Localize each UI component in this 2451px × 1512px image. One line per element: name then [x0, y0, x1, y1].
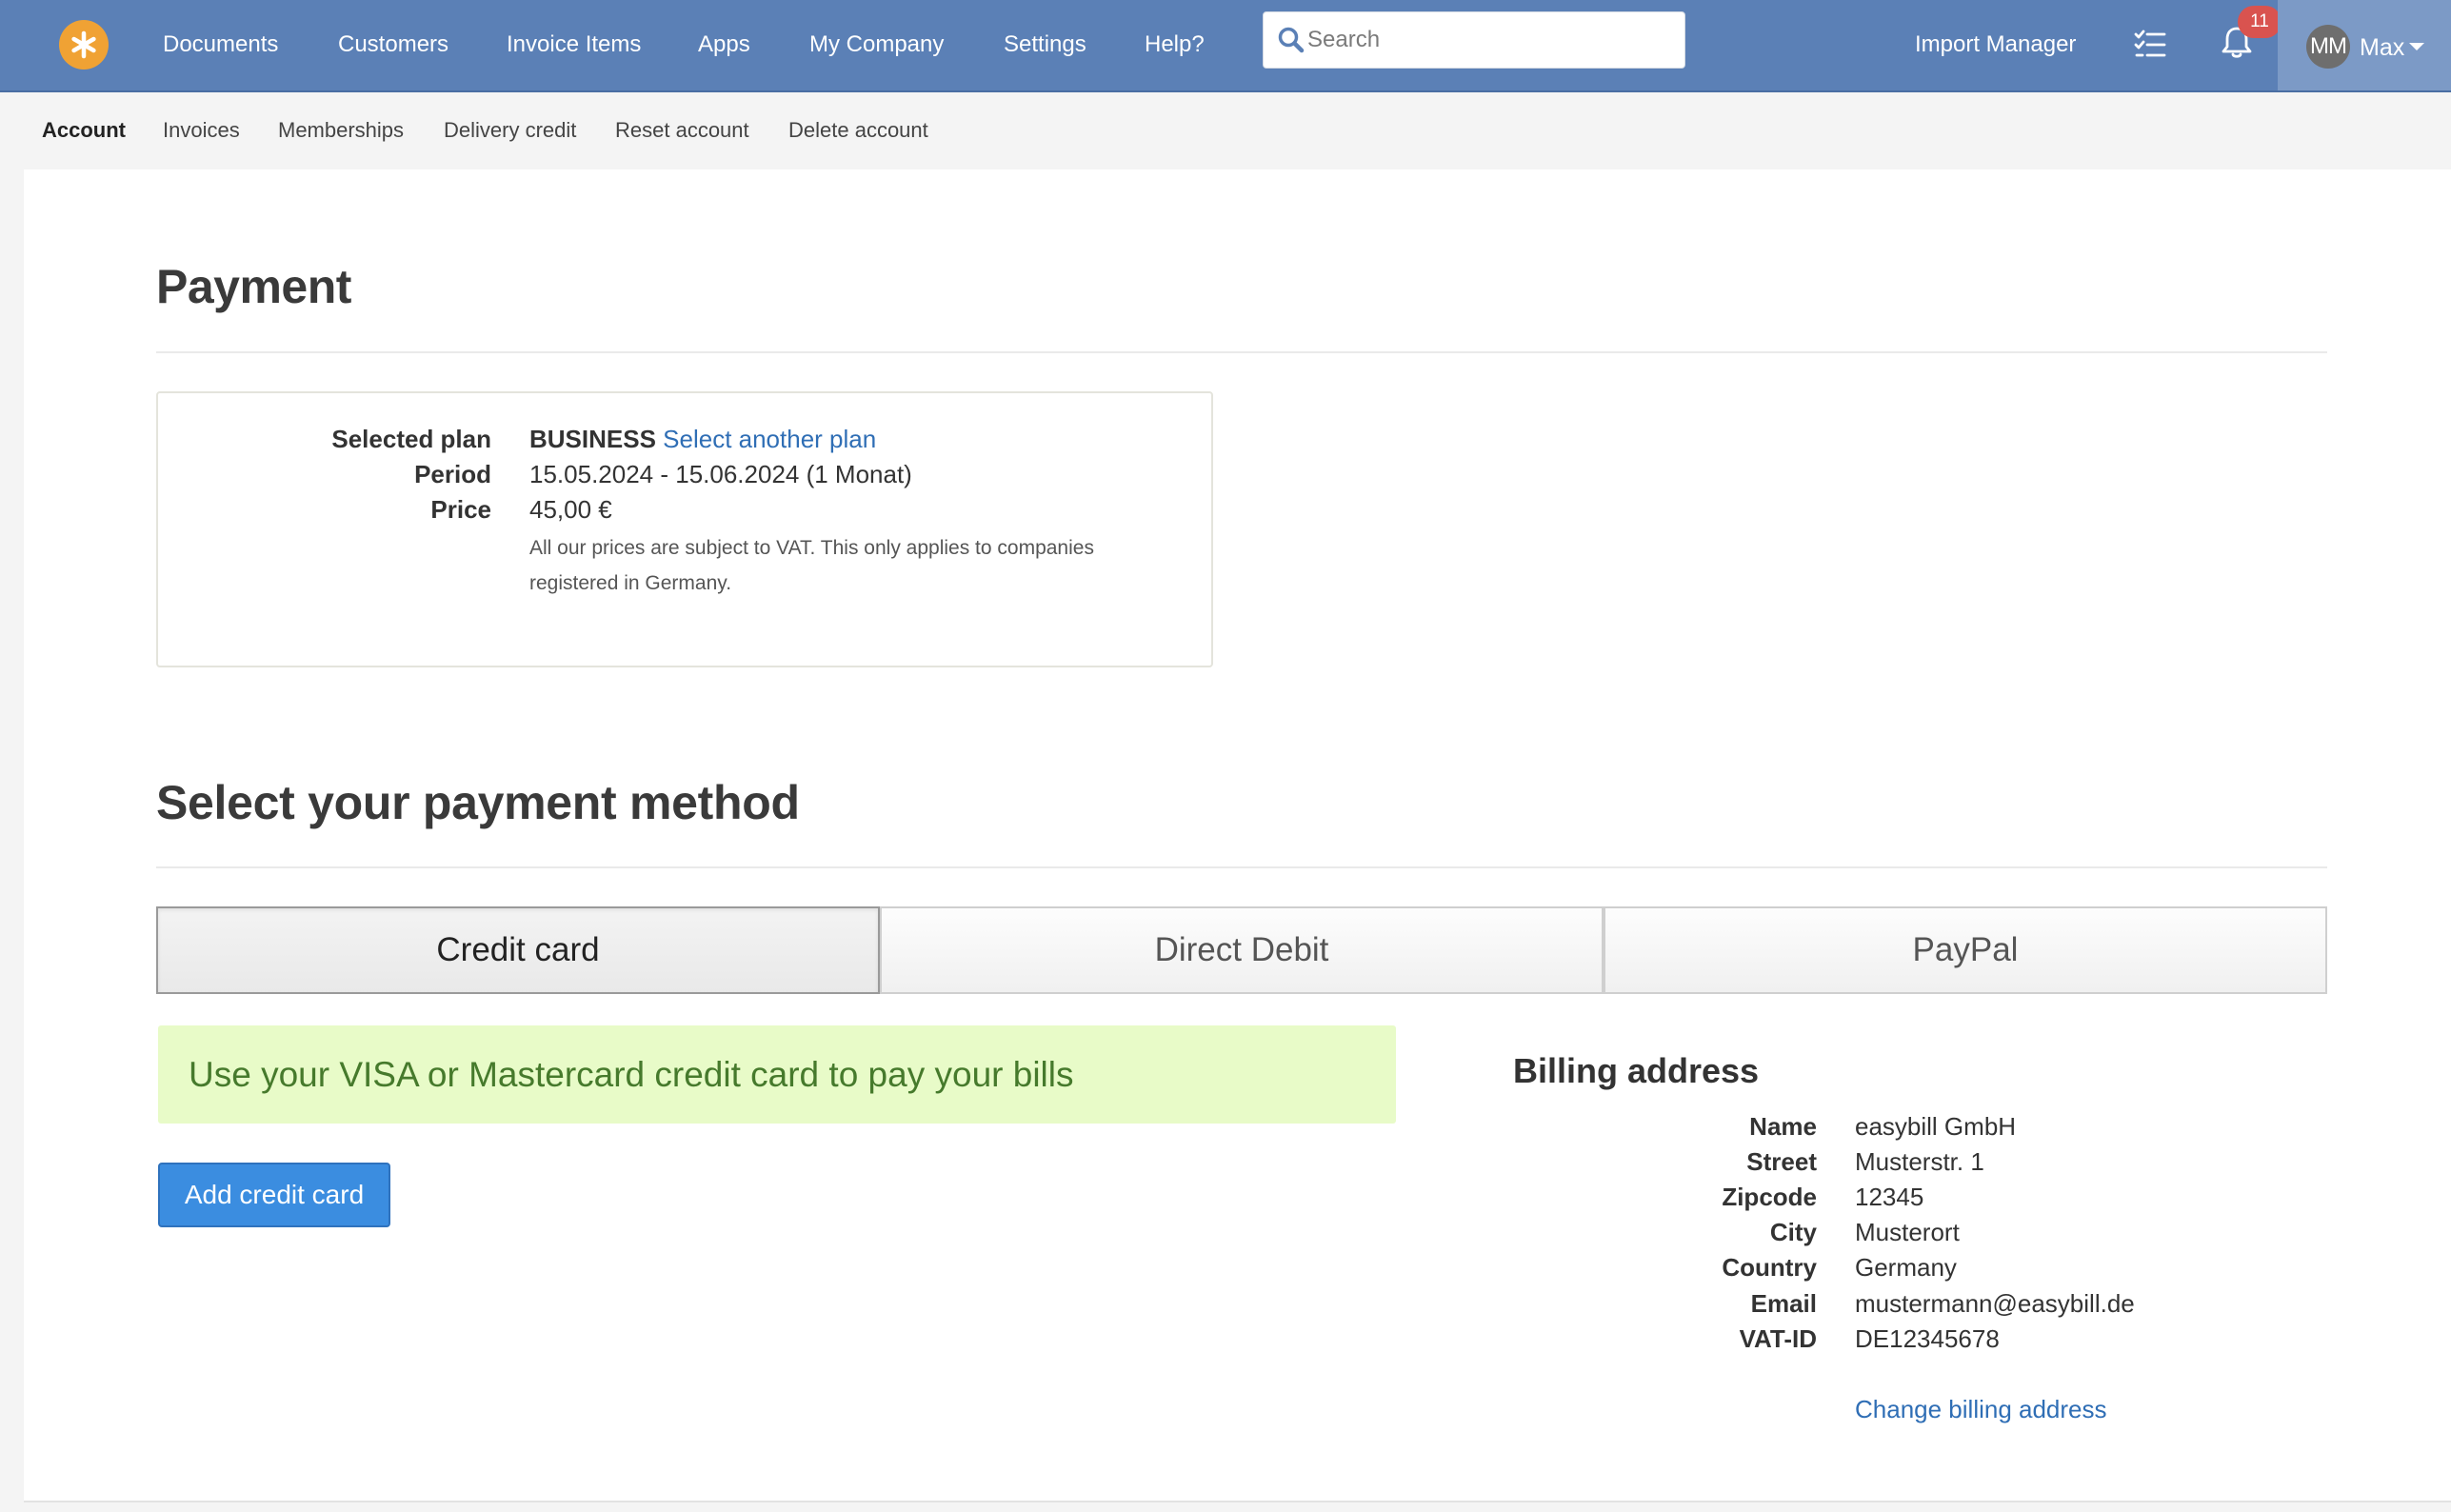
billing-street-label: Street — [1746, 1147, 1817, 1176]
notification-badge: 11 — [2238, 6, 2282, 38]
asterisk-logo-icon[interactable] — [59, 20, 109, 70]
billing-email-value: mustermann@easybill.de — [1855, 1289, 2135, 1318]
search-icon — [1278, 27, 1305, 53]
billing-city-value: Musterort — [1855, 1218, 1960, 1246]
billing-vat-id-label: VAT-ID — [1739, 1324, 1817, 1353]
billing-zipcode-label: Zipcode — [1722, 1183, 1817, 1211]
billing-name-value: easybill GmbH — [1855, 1112, 2017, 1141]
tab-paypal[interactable]: PayPal — [1604, 906, 2327, 994]
nav-help[interactable]: Help? — [1145, 0, 1205, 89]
price-value: 45,00 € — [529, 495, 612, 524]
period-label: Period — [414, 460, 491, 488]
tab-credit-card[interactable]: Credit card — [156, 906, 880, 994]
billing-email-label: Email — [1750, 1289, 1817, 1318]
nav-invoice-items[interactable]: Invoice Items — [507, 0, 641, 89]
plan-value-row: BUSINESS Select another plan — [529, 425, 876, 454]
subnav-delivery-credit[interactable]: Delivery credit — [444, 118, 576, 143]
page-title: Payment — [156, 260, 351, 313]
credit-card-info-alert: Use your VISA or Mastercard credit card … — [158, 1025, 1396, 1124]
select-another-plan-link[interactable]: Select another plan — [663, 425, 876, 453]
subnav-reset-account[interactable]: Reset account — [615, 118, 749, 143]
top-navbar: Documents Customers Invoice Items Apps M… — [0, 0, 2451, 92]
billing-vat-id-value: DE12345678 — [1855, 1324, 2000, 1353]
billing-city-label: City — [1769, 1218, 1817, 1246]
subnav-account[interactable]: Account — [42, 118, 126, 143]
nav-apps[interactable]: Apps — [698, 0, 750, 89]
payment-method-title: Select your payment method — [156, 776, 800, 829]
add-credit-card-button[interactable]: Add credit card — [158, 1163, 390, 1227]
billing-name-label: Name — [1749, 1112, 1817, 1141]
user-menu[interactable]: MM Max — [2278, 0, 2451, 90]
divider — [156, 866, 2327, 868]
billing-zipcode-value: 12345 — [1855, 1183, 1924, 1211]
chevron-down-icon — [2409, 43, 2424, 50]
billing-address-title: Billing address — [1513, 1051, 1760, 1090]
nav-my-company[interactable]: My Company — [809, 0, 944, 89]
tab-direct-debit[interactable]: Direct Debit — [880, 906, 1604, 994]
period-value: 15.05.2024 - 15.06.2024 (1 Monat) — [529, 460, 912, 488]
vat-note: All our prices are subject to VAT. This … — [529, 537, 1094, 594]
plan-name: BUSINESS — [529, 425, 656, 453]
plan-label: Selected plan — [331, 425, 491, 453]
nav-customers[interactable]: Customers — [338, 0, 448, 89]
billing-country-value: Germany — [1855, 1253, 1957, 1282]
billing-street-value: Musterstr. 1 — [1855, 1147, 1984, 1176]
user-name: Max — [2360, 34, 2405, 61]
change-billing-address-link[interactable]: Change billing address — [1855, 1395, 2107, 1424]
divider — [156, 351, 2327, 353]
nav-import-manager[interactable]: Import Manager — [1915, 0, 2076, 89]
subnav-delete-account[interactable]: Delete account — [788, 118, 928, 143]
payment-method-tabs: Credit card Direct Debit PayPal — [156, 906, 2327, 994]
subnav-invoices[interactable]: Invoices — [163, 118, 240, 143]
search-box — [1263, 11, 1685, 69]
checklist-icon[interactable] — [2133, 27, 2167, 61]
nav-settings[interactable]: Settings — [1004, 0, 1086, 89]
search-input[interactable] — [1307, 12, 1679, 68]
avatar: MM — [2306, 25, 2350, 69]
nav-documents[interactable]: Documents — [163, 0, 278, 89]
price-label: Price — [430, 495, 491, 524]
subnav-memberships[interactable]: Memberships — [278, 118, 404, 143]
billing-country-label: Country — [1722, 1253, 1817, 1282]
